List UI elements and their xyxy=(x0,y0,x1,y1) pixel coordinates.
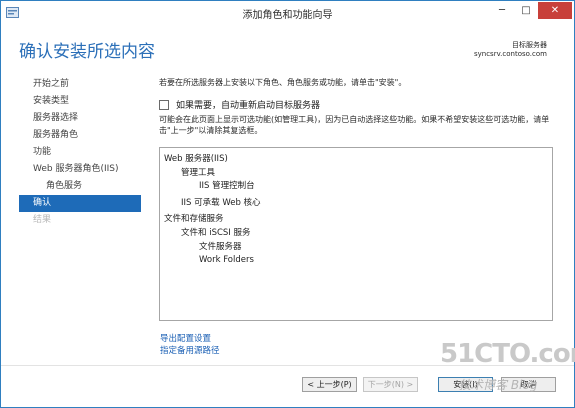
list-item: 文件和 iSCSI 服务 xyxy=(181,228,251,238)
minimize-button[interactable]: ─ xyxy=(490,2,514,19)
nav-step-server-roles[interactable]: 服务器角色 xyxy=(19,127,141,144)
wizard-step-nav: 开始之前 安装类型 服务器选择 服务器角色 功能 Web 服务器角色(IIS) … xyxy=(19,76,141,229)
nav-step-confirmation[interactable]: 确认 xyxy=(19,195,141,212)
previous-button[interactable]: < 上一步(P) xyxy=(302,377,357,392)
restart-checkbox-label[interactable]: 如果需要，自动重新启动目标服务器 xyxy=(176,98,320,111)
intro-text: 若要在所选服务器上安装以下角色、角色服务或功能，请单击"安装"。 xyxy=(159,78,407,87)
next-button: 下一步(N) > xyxy=(363,377,418,392)
list-item: IIS 可承载 Web 核心 xyxy=(181,198,261,208)
nav-step-before-you-begin[interactable]: 开始之前 xyxy=(19,76,141,93)
nav-step-results: 结果 xyxy=(33,215,52,225)
window-title: 添加角色和功能向导 xyxy=(242,10,333,21)
page-title: 确认安装所选内容 xyxy=(19,42,155,62)
title-bar[interactable]: 添加角色和功能向导 ─ □ ✕ xyxy=(1,1,574,24)
list-item: IIS 管理控制台 xyxy=(199,181,255,191)
watermark-tagline: 技术博客 Blog xyxy=(459,378,538,392)
list-item: Work Folders xyxy=(199,255,254,265)
list-item: 文件和存储服务 xyxy=(164,214,224,224)
nav-step-installation-type[interactable]: 安装类型 xyxy=(19,93,141,110)
close-button[interactable]: ✕ xyxy=(538,2,572,19)
selected-features-list[interactable]: Web 服务器(IIS) 管理工具 IIS 管理控制台 IIS 可承载 Web … xyxy=(159,147,553,321)
alternate-source-path-link[interactable]: 指定备用源路径 xyxy=(160,344,220,356)
wizard-window: 添加角色和功能向导 ─ □ ✕ 确认安装所选内容 目标服务器 syncsrv.c… xyxy=(0,0,575,408)
destination-server-name: syncsrv.contoso.com xyxy=(473,50,547,58)
destination-server-label: 目标服务器 xyxy=(512,41,547,49)
export-configuration-link[interactable]: 导出配置设置 xyxy=(160,332,211,344)
nav-step-server-selection[interactable]: 服务器选择 xyxy=(19,110,141,127)
maximize-button[interactable]: □ xyxy=(514,2,538,19)
restart-option[interactable]: 如果需要，自动重新启动目标服务器 xyxy=(159,98,320,111)
restart-checkbox[interactable] xyxy=(159,99,169,110)
nav-step-role-services[interactable]: 角色服务 xyxy=(19,178,141,195)
content-area: 若要在所选服务器上安装以下角色、角色服务或功能，请单击"安装"。 如果需要，自动… xyxy=(159,77,551,135)
optional-features-note: 可能会在此页面上显示可选功能(如管理工具)，因为已自动选择这些功能。如果不希望安… xyxy=(159,115,550,135)
list-item: Web 服务器(IIS) xyxy=(164,154,228,164)
list-item: 文件服务器 xyxy=(199,242,242,252)
list-item: 管理工具 xyxy=(181,168,216,178)
watermark-logo: 51CTO.com xyxy=(440,339,575,369)
nav-step-features[interactable]: 功能 xyxy=(19,144,141,161)
nav-step-web-server-role[interactable]: Web 服务器角色(IIS) xyxy=(19,161,141,178)
